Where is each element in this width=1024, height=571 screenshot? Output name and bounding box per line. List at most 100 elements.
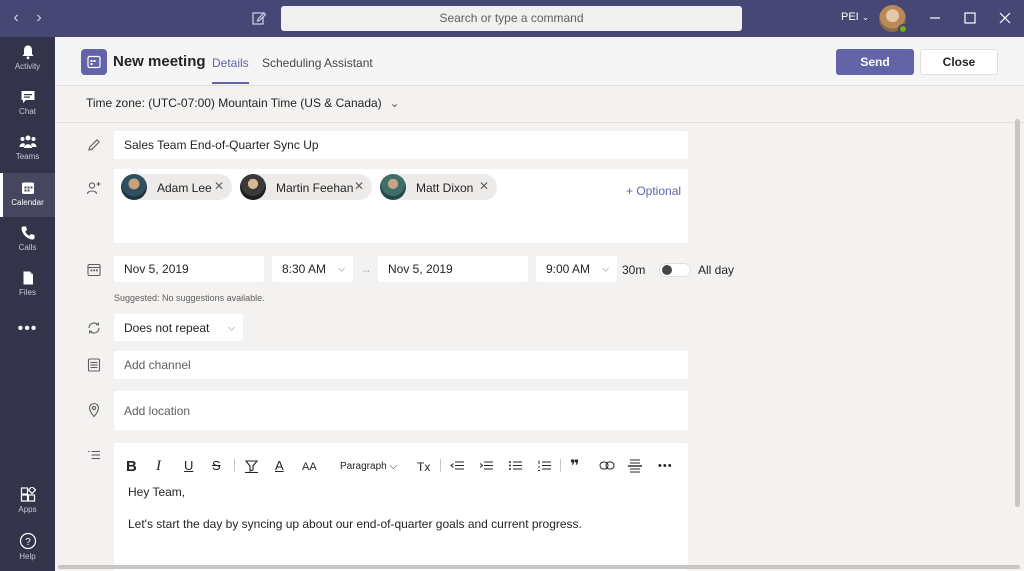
title-value: Sales Team End-of-Quarter Sync Up (124, 138, 319, 152)
channel-field[interactable]: Add channel (114, 351, 688, 379)
close-window-icon[interactable] (997, 10, 1013, 26)
suggestion-text: Suggested: No suggestions available. (114, 293, 265, 303)
search-input[interactable]: Search or type a command (281, 6, 742, 31)
clear-formatting-button[interactable]: Tx (417, 460, 430, 474)
arrow-right-icon: → (360, 262, 372, 276)
timezone-selector[interactable]: Time zone: (UTC-07:00) Mountain Time (US… (86, 96, 400, 110)
new-chat-icon[interactable] (251, 10, 267, 26)
chevron-down-icon: ⌵ (228, 322, 235, 332)
highlight-icon[interactable] (244, 459, 259, 473)
timezone-label: Time zone: (UTC-07:00) Mountain Time (US… (86, 96, 382, 110)
rail-item-calls[interactable]: Calls (0, 218, 55, 262)
remove-attendee-icon[interactable]: ✕ (479, 179, 489, 193)
meeting-form-pane: New meeting Details Scheduling Assistant… (55, 37, 1024, 571)
chevron-down-icon: ⌵ (338, 263, 345, 274)
rail-label: Calls (18, 243, 37, 252)
location-field[interactable]: Add location (114, 391, 688, 430)
rail-label: Help (19, 552, 36, 561)
end-date-value: Nov 5, 2019 (388, 262, 453, 276)
all-day-toggle[interactable] (659, 263, 691, 277)
link-icon[interactable] (599, 460, 615, 471)
quote-icon[interactable]: ❞ (570, 456, 579, 476)
start-date-field[interactable]: Nov 5, 2019 (114, 256, 264, 282)
end-time-dropdown[interactable]: 9:00 AM ⌵ (536, 256, 617, 282)
chevron-down-icon: ⌄ (389, 96, 400, 110)
strikethrough-button[interactable]: S (212, 458, 221, 473)
rail-label: Chat (19, 107, 36, 116)
minimize-icon[interactable] (927, 10, 943, 26)
numbered-list-icon[interactable] (537, 459, 552, 472)
rail-item-chat[interactable]: Chat (0, 82, 55, 126)
active-tab-indicator (212, 82, 249, 84)
file-icon (23, 271, 33, 285)
calendar-badge-icon (81, 49, 107, 75)
rail-label: Files (19, 288, 36, 297)
tab-details[interactable]: Details (212, 56, 249, 70)
rail-item-files[interactable]: Files (0, 263, 55, 307)
maximize-icon[interactable] (962, 10, 978, 26)
chevron-down-icon: ⌵ (602, 263, 609, 274)
calendar-icon (21, 182, 34, 194)
avatar[interactable] (879, 5, 908, 34)
start-date-value: Nov 5, 2019 (124, 262, 189, 276)
repeat-dropdown[interactable]: Does not repeat ⌵ (114, 314, 243, 341)
add-optional-attendee-link[interactable]: + Optional (626, 184, 681, 198)
bell-icon (22, 45, 33, 60)
rail-item-teams[interactable]: Teams (0, 127, 55, 171)
tab-scheduling-assistant[interactable]: Scheduling Assistant (262, 56, 373, 70)
editor-body-line: Hey Team, (128, 485, 186, 499)
page-title: New meeting (113, 53, 206, 70)
end-time-value: 9:00 AM (546, 262, 591, 276)
paragraph-style-dropdown[interactable]: Paragraph ⌵ (340, 461, 397, 472)
more-apps-icon[interactable]: ••• (0, 320, 55, 338)
teams-icon (19, 135, 36, 148)
remove-attendee-icon[interactable]: ✕ (354, 179, 364, 193)
forward-icon[interactable]: › (31, 9, 47, 27)
start-time-dropdown[interactable]: 8:30 AM ⌵ (272, 256, 353, 282)
avatar (240, 174, 266, 200)
bold-button[interactable]: B (126, 458, 137, 475)
rail-item-help[interactable]: ? Help (0, 525, 55, 569)
editor-body-line: Let's start the day by syncing up about … (128, 517, 582, 531)
meeting-header: New meeting Details Scheduling Assistant… (55, 37, 1024, 86)
back-icon[interactable]: ‹ (8, 9, 24, 27)
rail-item-calendar[interactable]: Calendar (0, 173, 55, 217)
more-options-icon[interactable]: ••• (658, 460, 673, 472)
user-org-switcher[interactable]: PEI ⌄ (841, 11, 869, 23)
description-icon (88, 450, 100, 460)
description-editor[interactable]: B I U S A AA Paragraph ⌵ Tx ❞ ••• Hey Te… (114, 443, 688, 571)
horizontal-rule-icon[interactable] (628, 458, 642, 473)
presence-icon (898, 24, 908, 34)
start-time-value: 8:30 AM (282, 262, 327, 276)
rail-item-apps[interactable]: Apps (0, 480, 55, 524)
rail-item-activity[interactable]: Activity (0, 37, 55, 81)
help-icon: ? (19, 532, 36, 550)
location-placeholder: Add location (124, 403, 191, 418)
font-color-button[interactable]: A (275, 458, 284, 473)
close-button[interactable]: Close (920, 49, 998, 75)
all-day-label: All day (698, 263, 735, 277)
remove-attendee-icon[interactable]: ✕ (214, 179, 224, 193)
apps-icon (20, 487, 36, 502)
repeat-icon (88, 322, 100, 334)
vertical-scrollbar[interactable] (1015, 119, 1020, 507)
rail-label: Activity (14, 62, 41, 71)
italic-button[interactable]: I (156, 458, 161, 475)
font-size-button[interactable]: AA (302, 461, 317, 473)
title-field[interactable]: Sales Team End-of-Quarter Sync Up (114, 131, 688, 159)
bulleted-list-icon[interactable] (508, 459, 523, 472)
chat-icon (21, 91, 34, 103)
decrease-indent-icon[interactable] (450, 459, 465, 472)
end-date-field[interactable]: Nov 5, 2019 (378, 256, 528, 282)
horizontal-scrollbar[interactable] (58, 565, 1020, 569)
calendar-icon (87, 263, 101, 277)
increase-indent-icon[interactable] (479, 459, 494, 472)
attendee-chip-matt-dixon: Matt Dixon ✕ (380, 174, 497, 200)
rail-label: Apps (18, 505, 37, 514)
toolbar-separator (560, 459, 561, 472)
send-button[interactable]: Send (836, 49, 914, 75)
channel-icon (87, 358, 101, 372)
chevron-down-icon: ⌵ (389, 461, 398, 472)
attendee-name: Martin Feehan (276, 181, 354, 195)
underline-button[interactable]: U (184, 458, 193, 473)
